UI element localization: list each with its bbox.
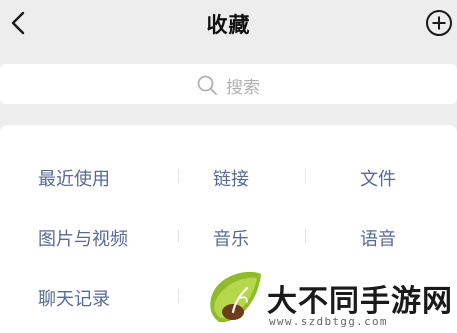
divider (305, 229, 306, 243)
category-links[interactable]: 链接 (213, 165, 249, 191)
search-icon (196, 74, 218, 96)
search-bar[interactable]: 搜索 (0, 64, 457, 104)
divider (305, 169, 306, 183)
search-inner: 搜索 (196, 74, 260, 98)
category-voice[interactable]: 语音 (360, 225, 396, 251)
category-chat-history[interactable]: 聊天记录 (38, 285, 110, 311)
divider (178, 169, 179, 183)
plus-circle-icon (426, 10, 452, 36)
watermark: 大不同手游网 www.szdbtgg.com (205, 268, 457, 333)
leaf-logo-icon (210, 271, 261, 323)
favorites-screen: 收藏 搜索 最近使用 链接 文件 图片与视频 音乐 语音 聊天记录 大不同手游网… (0, 0, 457, 333)
nav-bar: 收藏 (0, 0, 457, 50)
add-favorite-button[interactable] (425, 9, 453, 37)
category-music[interactable]: 音乐 (213, 225, 249, 251)
category-files[interactable]: 文件 (360, 165, 396, 191)
watermark-url: www.szdbtgg.com (269, 315, 388, 328)
search-placeholder: 搜索 (226, 77, 260, 98)
watermark-brand: 大不同手游网 (267, 284, 453, 319)
divider (178, 229, 179, 243)
category-photos-videos[interactable]: 图片与视频 (38, 225, 128, 251)
divider (178, 289, 179, 303)
category-recent[interactable]: 最近使用 (38, 165, 110, 191)
page-title: 收藏 (206, 13, 251, 37)
